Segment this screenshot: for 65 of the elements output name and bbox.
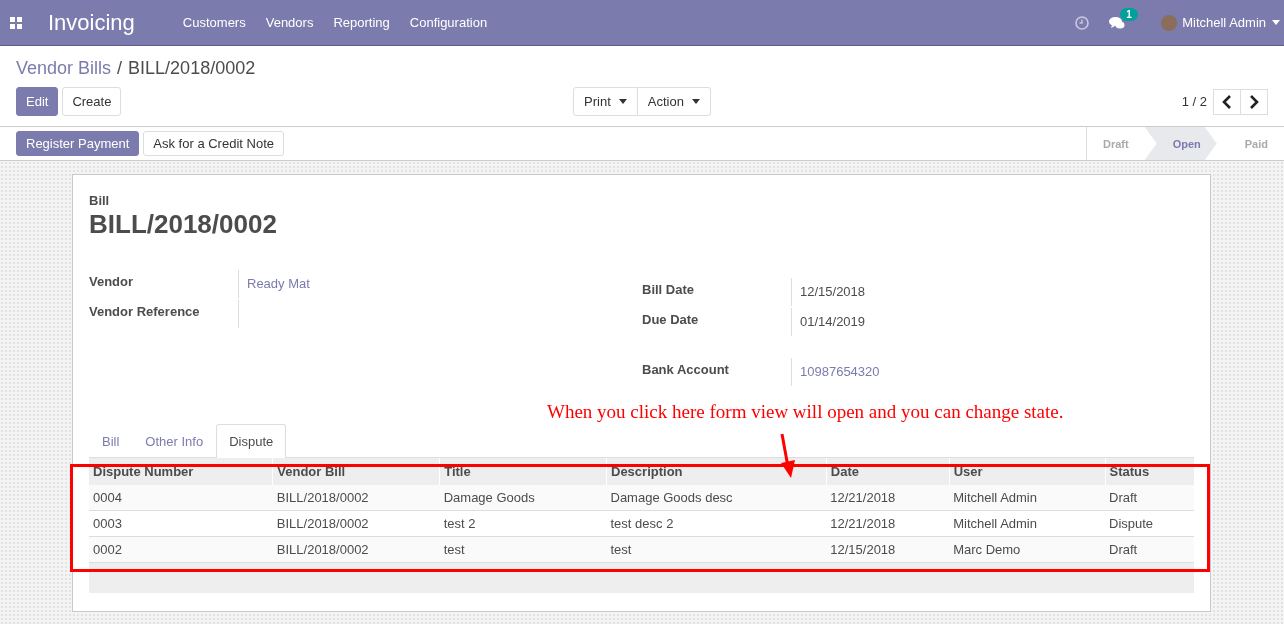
notification-badge: 1 bbox=[1120, 7, 1138, 21]
field-value: 01/14/2019 bbox=[799, 313, 867, 331]
table-cell: Marc Demo bbox=[949, 536, 1105, 563]
apps-grid-icon[interactable] bbox=[10, 16, 22, 29]
caret-icon bbox=[1272, 20, 1280, 25]
field-label: Vendor Reference bbox=[89, 300, 239, 328]
table-cell: test 2 bbox=[439, 510, 607, 537]
table-cell: Damage Goods bbox=[439, 485, 607, 511]
chat-bubbles-icon[interactable] bbox=[1109, 15, 1126, 30]
field-label: Bill Date bbox=[642, 278, 792, 306]
table-cell: Draft bbox=[1105, 536, 1194, 563]
create-button[interactable]: Create bbox=[62, 87, 122, 116]
table-cell: 12/21/2018 bbox=[826, 485, 950, 511]
caret-icon bbox=[618, 99, 627, 104]
breadcrumb-current: BILL/2018/0002 bbox=[128, 58, 256, 79]
table-cell: 0002 bbox=[89, 536, 273, 563]
dropdown-button[interactable]: Action bbox=[637, 87, 711, 116]
menu-item[interactable]: Reporting bbox=[333, 15, 390, 30]
annotation-text: When you click here form view will open and you can change state. bbox=[547, 401, 1064, 423]
field-link[interactable]: 10987654320 bbox=[792, 358, 1195, 388]
table-cell: 12/15/2018 bbox=[826, 536, 950, 563]
chevron-right-icon bbox=[1249, 94, 1259, 109]
caret-icon bbox=[691, 99, 700, 104]
payment-button[interactable]: Register Payment bbox=[16, 131, 140, 156]
table-cell: test desc 2 bbox=[606, 510, 827, 537]
field-label: Bank Account bbox=[642, 358, 792, 386]
pager-counter: 1 / 2 bbox=[1181, 94, 1207, 109]
table-cell: BILL/2018/0002 bbox=[272, 536, 440, 563]
notebook-tab[interactable]: Dispute bbox=[216, 424, 287, 458]
edit-button[interactable]: Edit bbox=[16, 87, 59, 116]
table-cell: Draft bbox=[1105, 485, 1194, 511]
field-label: Vendor bbox=[89, 270, 239, 298]
dropdown-button[interactable]: Print bbox=[573, 87, 638, 116]
table-cell: 12/21/2018 bbox=[826, 510, 950, 537]
table-cell: test bbox=[439, 536, 607, 563]
table-cell: 0003 bbox=[89, 510, 273, 537]
notebook-tab[interactable]: Other Info bbox=[132, 424, 217, 457]
menu-item[interactable]: Vendors bbox=[265, 15, 314, 30]
breadcrumb-link[interactable]: Vendor Bills bbox=[16, 58, 112, 79]
breadcrumb-separator: / bbox=[117, 58, 123, 79]
field-label: Due Date bbox=[642, 308, 792, 336]
table-cell: BILL/2018/0002 bbox=[272, 510, 440, 537]
document-title: BILL/2018/0002 bbox=[89, 209, 278, 240]
chevron-left-icon bbox=[1222, 94, 1232, 109]
menu-item[interactable]: Configuration bbox=[409, 15, 488, 30]
field-link[interactable]: Ready Mat bbox=[239, 270, 642, 300]
document-type-label: Bill bbox=[89, 193, 111, 208]
table-cell: 0004 bbox=[89, 485, 273, 511]
table-cell: BILL/2018/0002 bbox=[272, 485, 440, 511]
status-stage[interactable]: Open bbox=[1144, 127, 1217, 160]
table-cell: Mitchell Admin bbox=[949, 510, 1105, 537]
credit-note-button[interactable]: Ask for a Credit Note bbox=[143, 131, 284, 156]
table-cell: Mitchell Admin bbox=[949, 485, 1105, 511]
app-title: Invoicing bbox=[48, 9, 135, 36]
user-menu[interactable]: Mitchell Admin bbox=[1182, 15, 1280, 30]
avatar-icon bbox=[1161, 14, 1178, 31]
field-value: 12/15/2018 bbox=[799, 283, 867, 301]
notebook-tab[interactable]: Bill bbox=[89, 424, 133, 457]
previous-button[interactable] bbox=[1213, 88, 1241, 115]
menu-item[interactable]: Customers bbox=[182, 15, 246, 30]
table-cell: Damage Goods desc bbox=[606, 485, 827, 511]
table-cell: test bbox=[606, 536, 827, 563]
next-button[interactable] bbox=[1241, 88, 1268, 115]
clock-icon[interactable] bbox=[1075, 15, 1090, 30]
table-cell: Dispute bbox=[1105, 510, 1194, 537]
